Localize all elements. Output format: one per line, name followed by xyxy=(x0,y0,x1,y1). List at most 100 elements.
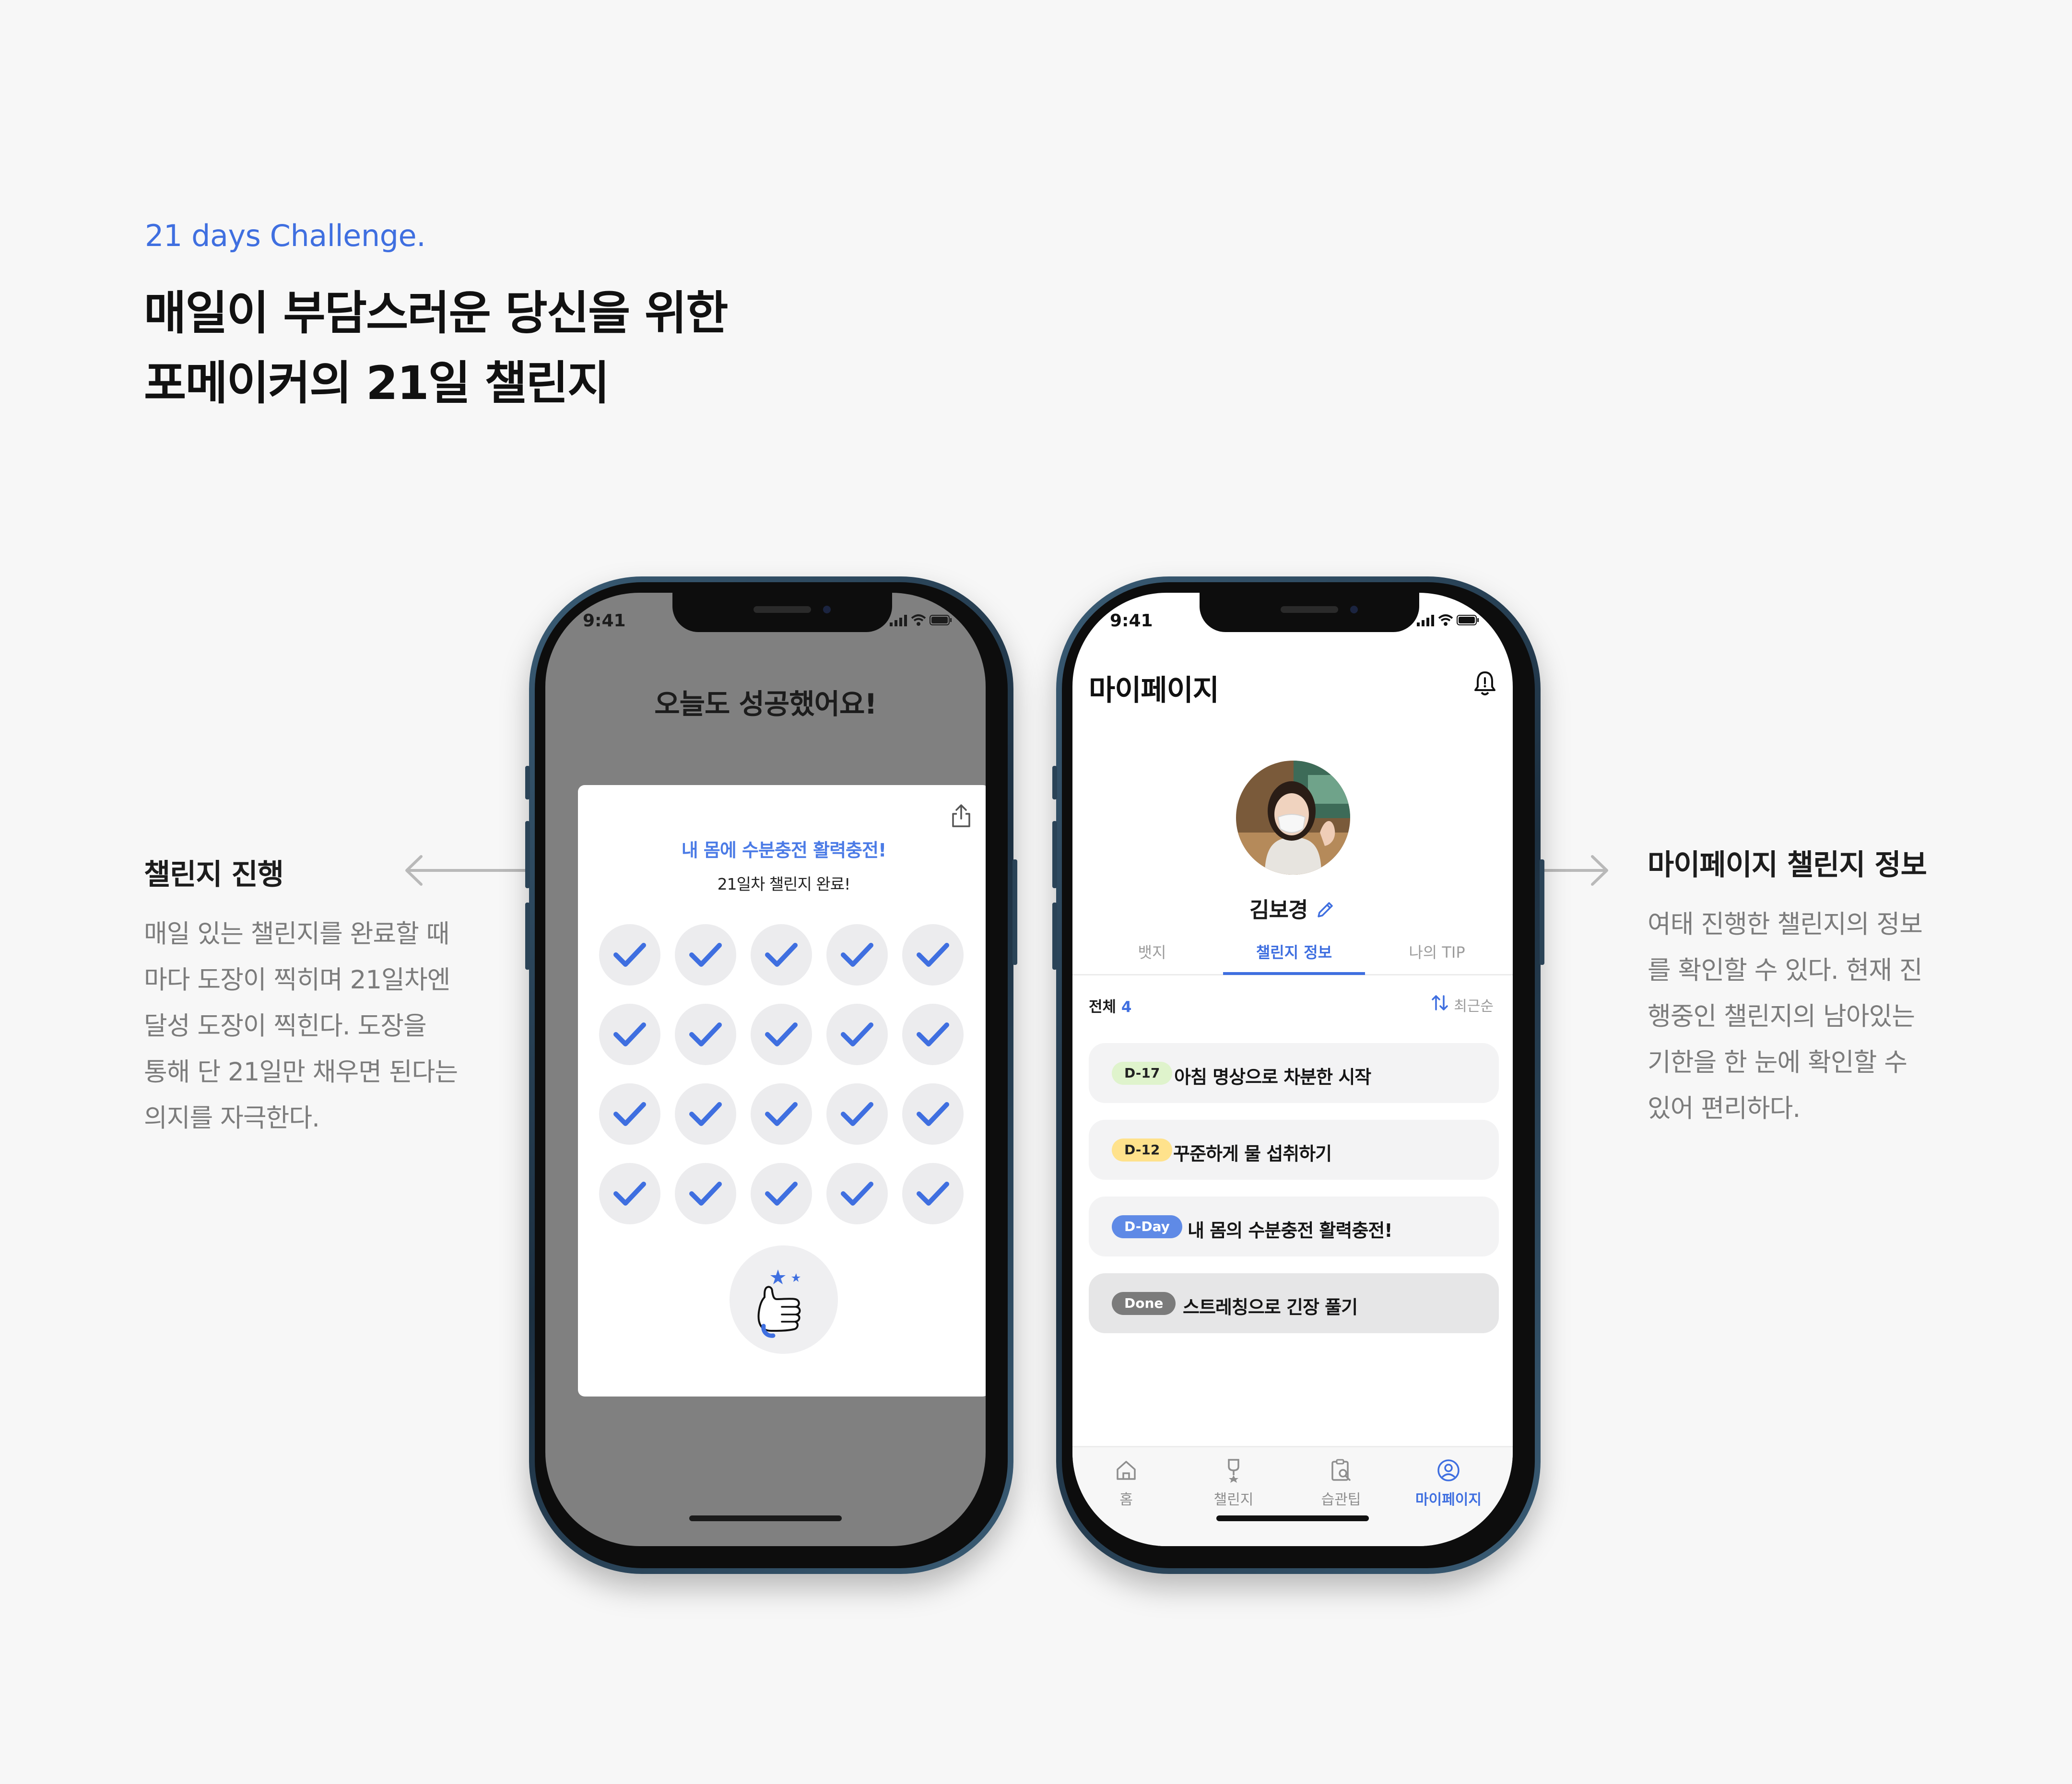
tab-challenge-info[interactable]: 챌린지 정보 xyxy=(1222,940,1366,962)
challenge-title: 꾸준하게 물 섭취하기 xyxy=(1173,1143,1332,1164)
phone-challenge-progress: 9:41 오늘도 성공했어요! 내 몸에 수분충전 활력충전! 21일차 챌린지… xyxy=(525,576,1017,1574)
pencil-icon[interactable] xyxy=(1315,895,1336,921)
d-day-badge: D-12 xyxy=(1112,1138,1173,1162)
phone-side-button xyxy=(1052,766,1057,799)
camera xyxy=(1350,606,1358,613)
phone-side-button xyxy=(1012,859,1017,965)
user-icon xyxy=(1396,1458,1501,1483)
headline-line-2: 포메이커의 21일 챌린지 xyxy=(144,356,610,410)
headline-line-1: 매일이 부담스러운 당신을 위한 xyxy=(144,286,728,340)
page-headline: 매일이 부담스러운 당신을 위한 포메이커의 21일 챌린지 xyxy=(144,278,728,418)
phone-screen: 9:41 오늘도 성공했어요! 내 몸에 수분충전 활력충전! 21일차 챌린지… xyxy=(545,593,986,1546)
count-value: 4 xyxy=(1121,998,1132,1016)
stamp-cell xyxy=(826,924,888,986)
camera xyxy=(823,606,831,613)
phone-my-page: 9:41 마이페이지 김보경 뱃지 챌린지 정보 나의 TIP 전체 4 최근순… xyxy=(1052,576,1544,1574)
avatar[interactable] xyxy=(1236,761,1350,875)
kicker-text: 21 days Challenge. xyxy=(145,218,426,253)
status-icons xyxy=(1417,614,1479,628)
thumbs-up-icon xyxy=(730,1245,838,1354)
check-icon xyxy=(841,1182,873,1206)
home-icon xyxy=(1073,1458,1179,1483)
medal-icon xyxy=(1181,1458,1286,1483)
phone-screen: 9:41 마이페이지 김보경 뱃지 챌린지 정보 나의 TIP 전체 4 최근순… xyxy=(1072,593,1513,1546)
sort-button[interactable]: 최근순 xyxy=(1430,993,1494,1016)
stamp-cell xyxy=(902,1083,964,1145)
bell-icon[interactable] xyxy=(1473,669,1496,698)
nav-home[interactable]: 홈 xyxy=(1073,1458,1179,1509)
profile-name-row: 김보경 xyxy=(1072,892,1513,924)
right-body-line: 를 확인할 수 있다. 현재 진 xyxy=(1648,956,1923,985)
home-indicator xyxy=(689,1515,842,1521)
profile-tabs: 뱃지 챌린지 정보 나의 TIP xyxy=(1072,940,1513,975)
stamp-cell xyxy=(902,924,964,986)
success-title: 오늘도 성공했어요! xyxy=(654,688,877,720)
clipboard-search-icon xyxy=(1288,1458,1394,1483)
speaker xyxy=(753,606,811,613)
stamp-cell xyxy=(826,1163,888,1224)
stamp-cell xyxy=(902,1163,964,1224)
stamp-cell xyxy=(599,924,660,986)
check-icon xyxy=(765,1022,798,1046)
check-icon xyxy=(765,1102,798,1126)
stamp-cell xyxy=(599,1004,660,1065)
challenge-name: 내 몸에 수분충전 활력충전! xyxy=(681,840,887,861)
check-icon xyxy=(613,1022,646,1046)
tab-badge[interactable]: 뱃지 xyxy=(1080,940,1224,962)
page-title: 마이페이지 xyxy=(1089,674,1219,707)
left-body-line: 달성 도장이 찍힌다. 도장을 xyxy=(144,1011,427,1041)
phone-side-button xyxy=(525,821,530,888)
tab-my-tip[interactable]: 나의 TIP xyxy=(1365,940,1509,962)
left-body-line: 매일 있는 챌린지를 완료할 때 xyxy=(144,919,450,949)
nav-my-page[interactable]: 마이페이지 xyxy=(1396,1458,1501,1509)
stamp-cell xyxy=(675,924,736,986)
challenge-complete-card: 내 몸에 수분충전 활력충전! 21일차 챌린지 완료! xyxy=(578,785,986,1397)
stamp-cell xyxy=(826,1004,888,1065)
right-description-body: 여태 진행한 챌린지의 정보 를 확인할 수 있다. 현재 진 행중인 챌린지의… xyxy=(1648,902,1923,1132)
check-icon xyxy=(613,1102,646,1126)
left-body-line: 의지를 자극한다. xyxy=(144,1103,320,1133)
left-body-line: 마다 도장이 찍히며 21일차엔 xyxy=(144,965,450,995)
stamp-cell xyxy=(902,1004,964,1065)
sort-label: 최근순 xyxy=(1454,998,1494,1015)
check-icon xyxy=(841,943,873,967)
check-icon xyxy=(765,1182,798,1206)
left-description-body: 매일 있는 챌린지를 완료할 때 마다 도장이 찍히며 21일차엔 달성 도장이… xyxy=(144,911,458,1141)
nav-habit-tips[interactable]: 습관팁 xyxy=(1288,1458,1394,1509)
right-description-title: 마이페이지 챌린지 정보 xyxy=(1648,848,1927,882)
stamp-cell xyxy=(751,1163,812,1224)
status-time: 9:41 xyxy=(1110,611,1153,631)
phone-side-button xyxy=(1052,821,1057,888)
count-label: 전체 xyxy=(1089,998,1117,1016)
challenge-title: 내 몸의 수분충전 활력충전! xyxy=(1188,1220,1393,1241)
phone-side-button xyxy=(525,766,530,799)
challenge-item[interactable]: D-Day 내 몸의 수분충전 활력충전! xyxy=(1089,1197,1499,1256)
arrow-left-icon xyxy=(402,854,531,887)
status-icons xyxy=(890,614,952,628)
nav-challenge[interactable]: 챌린지 xyxy=(1181,1458,1286,1509)
nav-home-label: 홈 xyxy=(1119,1491,1133,1508)
stamp-cell xyxy=(599,1163,660,1224)
profile-name: 김보경 xyxy=(1249,897,1308,923)
check-icon xyxy=(689,1102,722,1126)
check-icon xyxy=(765,943,798,967)
share-icon[interactable] xyxy=(951,803,971,830)
stamp-cell xyxy=(751,1004,812,1065)
nav-my-page-label: 마이페이지 xyxy=(1415,1491,1482,1508)
challenge-item[interactable]: D-12 꾸준하게 물 섭취하기 xyxy=(1089,1120,1499,1180)
d-day-badge: D-Day xyxy=(1112,1215,1182,1238)
challenge-item[interactable]: D-17 아침 명상으로 차분한 시작 xyxy=(1089,1043,1499,1103)
phone-side-button xyxy=(1540,859,1544,965)
stamp-cell xyxy=(675,1004,736,1065)
active-tab-indicator xyxy=(1223,972,1365,975)
right-body-line: 행중인 챌린지의 남아있는 xyxy=(1648,1002,1915,1031)
stamp-cell xyxy=(599,1083,660,1145)
phone-notch xyxy=(672,593,892,632)
challenge-day-status: 21일차 챌린지 완료! xyxy=(717,875,851,893)
check-icon xyxy=(613,1182,646,1206)
left-description-title: 챌린지 진행 xyxy=(144,858,284,892)
phone-notch xyxy=(1200,593,1419,632)
challenge-item[interactable]: Done 스트레칭으로 긴장 풀기 xyxy=(1089,1273,1499,1333)
stamp-cell xyxy=(826,1083,888,1145)
d-day-badge: D-17 xyxy=(1112,1062,1173,1085)
